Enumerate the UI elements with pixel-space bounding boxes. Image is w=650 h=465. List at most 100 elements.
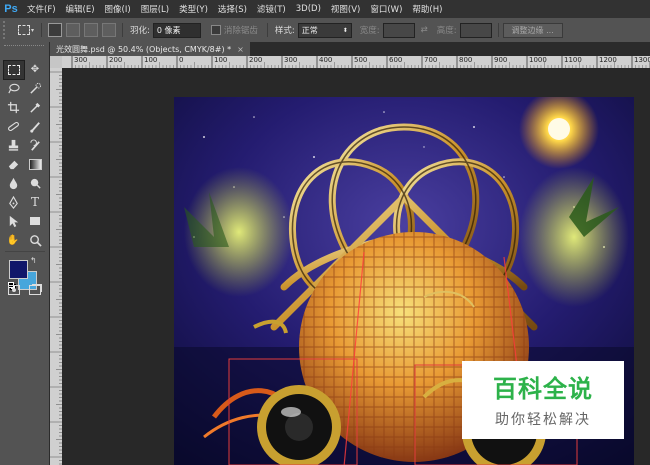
rectangular-marquee-tool[interactable] xyxy=(3,60,25,80)
close-icon[interactable]: × xyxy=(237,45,244,54)
horizontal-ruler[interactable]: 300 200 100 0 100 200 300 400 500 600 700 800 900 100… xyxy=(62,56,650,68)
droplet-icon xyxy=(9,177,17,189)
ruler-tick-label: 400 xyxy=(319,56,333,64)
eyedropper-icon xyxy=(29,102,40,113)
menu-window[interactable]: 窗口(W) xyxy=(365,3,407,15)
crop-tool[interactable] xyxy=(3,98,23,116)
toolbox: ✥ T ✋ ↰ xyxy=(0,42,50,465)
separator xyxy=(41,23,42,37)
brush-icon xyxy=(29,121,40,133)
panel-grip[interactable] xyxy=(3,21,15,39)
antialias-label: 消除锯齿 xyxy=(223,26,258,36)
ruler-tick-label: 900 xyxy=(494,56,508,64)
vertical-ruler-ticks xyxy=(50,71,62,465)
ruler-tick-label: 300 xyxy=(284,56,298,64)
ruler-tick-label: 200 xyxy=(109,56,123,64)
marquee-icon xyxy=(8,65,20,75)
pen-tool[interactable] xyxy=(3,193,23,211)
menu-edit[interactable]: 编辑(E) xyxy=(61,3,100,15)
width-label: 宽度: xyxy=(359,26,380,36)
menu-layer[interactable]: 图层(L) xyxy=(136,3,174,15)
menu-3d[interactable]: 3D(D) xyxy=(291,4,326,14)
menu-select[interactable]: 选择(S) xyxy=(213,3,252,15)
watermark-title: 百科全说 xyxy=(493,375,593,403)
ruler-origin[interactable] xyxy=(50,56,62,68)
blur-tool[interactable] xyxy=(3,174,23,192)
width-input[interactable] xyxy=(382,22,415,38)
rectangle-icon xyxy=(30,217,40,225)
vertical-ruler[interactable] xyxy=(50,68,62,465)
subtract-selection-button[interactable] xyxy=(84,23,98,37)
bandage-icon xyxy=(7,121,19,131)
lasso-tool[interactable] xyxy=(3,79,23,97)
intersect-selection-button[interactable] xyxy=(102,23,116,37)
quick-mask-button[interactable] xyxy=(4,281,24,299)
ruler-tick-label: 800 xyxy=(459,56,473,64)
crop-icon xyxy=(7,101,19,113)
document-tab-title: 光效圆舞.psd @ 50.4% (Objects, CMYK/8#) * xyxy=(56,44,232,54)
pen-icon xyxy=(8,195,18,209)
gradient-icon xyxy=(28,158,42,170)
swap-colors-icon[interactable]: ↰ xyxy=(30,256,37,265)
quick-selection-tool[interactable] xyxy=(25,79,45,97)
ruler-tick-label: 1000 xyxy=(529,56,547,64)
lasso-icon xyxy=(7,83,20,93)
foreground-color-swatch[interactable] xyxy=(9,260,28,279)
move-tool[interactable]: ✥ xyxy=(25,60,45,78)
height-label: 高度: xyxy=(436,26,457,36)
dodge-tool[interactable] xyxy=(25,174,45,192)
rectangle-tool[interactable] xyxy=(25,212,45,230)
tool-preset-picker[interactable]: ▾ xyxy=(15,22,37,38)
options-bar: ▾ 羽化: 0 像素 消除锯齿 样式: 正常 ⬍ 宽度: ⇄ 高度: 调整边缘 … xyxy=(0,18,650,43)
watermark-badge: 百科全说 助你轻松解决 xyxy=(462,361,624,439)
hand-icon: ✋ xyxy=(6,234,20,246)
menu-view[interactable]: 视图(V) xyxy=(326,3,365,15)
height-input[interactable] xyxy=(459,22,492,38)
type-tool[interactable]: T xyxy=(25,193,45,211)
eyedropper-tool[interactable] xyxy=(25,98,45,116)
ruler-tick-label: 600 xyxy=(389,56,403,64)
path-selection-tool[interactable] xyxy=(3,212,23,230)
spot-healing-tool[interactable] xyxy=(3,117,23,135)
swap-icon[interactable]: ⇄ xyxy=(421,25,428,35)
ruler-tick-label: 1200 xyxy=(599,56,617,64)
menu-type[interactable]: 类型(Y) xyxy=(174,3,213,15)
move-icon: ✥ xyxy=(30,63,40,75)
new-selection-button[interactable] xyxy=(48,23,62,37)
menu-help[interactable]: 帮助(H) xyxy=(407,3,447,15)
magnifier-icon xyxy=(29,234,42,247)
brush-tool[interactable] xyxy=(25,117,45,135)
divider xyxy=(5,251,45,252)
ruler-tick-label: 1300 xyxy=(634,56,650,64)
separator xyxy=(122,23,123,37)
marquee-preset-icon xyxy=(17,25,30,35)
document-tab[interactable]: 光效圆舞.psd @ 50.4% (Objects, CMYK/8#) * × xyxy=(50,42,250,56)
ruler-tick-label: 200 xyxy=(249,56,263,64)
chevron-down-icon: ▾ xyxy=(30,26,34,34)
gradient-tool[interactable] xyxy=(25,155,45,173)
zoom-tool[interactable] xyxy=(25,231,45,249)
screen-mode-button[interactable] xyxy=(25,281,45,299)
photoshop-logo: Ps xyxy=(4,3,18,15)
screen-mode-icon xyxy=(29,285,41,295)
eraser-tool[interactable] xyxy=(3,155,23,173)
hand-tool[interactable]: ✋ xyxy=(3,231,23,249)
menu-filter[interactable]: 滤镜(T) xyxy=(252,3,291,15)
ruler-tick-label: 1100 xyxy=(564,56,582,64)
menu-image[interactable]: 图像(I) xyxy=(100,3,136,15)
quick-mask-icon xyxy=(8,285,20,295)
feather-input[interactable]: 0 像素 xyxy=(152,22,201,38)
toolbox-grip[interactable] xyxy=(4,45,44,49)
antialias-checkbox[interactable] xyxy=(210,25,221,35)
history-brush-icon xyxy=(29,139,40,151)
ruler-tick-label: 500 xyxy=(354,56,368,64)
history-brush-tool[interactable] xyxy=(25,136,45,154)
clone-stamp-tool[interactable] xyxy=(3,136,23,154)
refine-edge-button[interactable]: 调整边缘 ... xyxy=(502,22,563,38)
add-selection-button[interactable] xyxy=(66,23,80,37)
menu-file[interactable]: 文件(F) xyxy=(22,3,61,15)
style-select[interactable]: 正常 ⬍ xyxy=(297,22,352,38)
separator xyxy=(497,23,499,37)
dodge-icon xyxy=(30,178,41,189)
ruler-tick-label: 300 xyxy=(74,56,88,64)
